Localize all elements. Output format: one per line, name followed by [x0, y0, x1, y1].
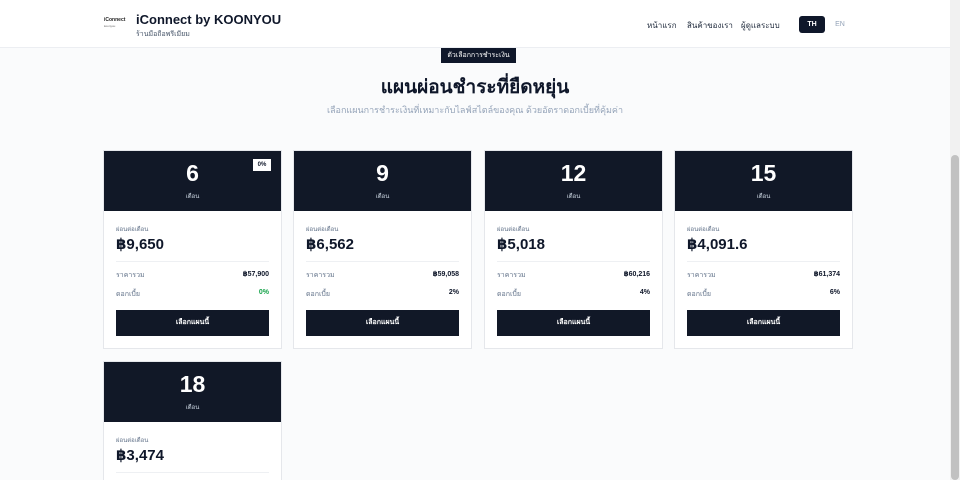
interest-label: ดอกเบี้ย — [497, 291, 521, 298]
section-badge: ตัวเลือกการชำระเงิน — [441, 48, 516, 63]
page-viewport: iConnect koonyou iConnect by KOONYOU ร้า… — [0, 0, 950, 480]
plan-card-15: 15 เดือน ผ่อนต่อเดือน ฿4,091.6 ราคารวม ฿… — [674, 150, 853, 349]
plan-card-header: 9 เดือน — [294, 151, 471, 211]
plan-unit: เดือน — [566, 194, 581, 200]
per-month-value: ฿5,018 — [497, 236, 545, 253]
nav-admin[interactable]: ผู้ดูแลระบบ — [741, 19, 780, 32]
interest-label: ดอกเบี้ย — [306, 291, 330, 298]
total-value: ฿60,216 — [623, 271, 650, 278]
per-month-label: ผ่อนต่อเดือน — [116, 227, 149, 233]
interest-value: 2% — [448, 289, 459, 296]
nav-home[interactable]: หน้าแรก — [647, 19, 677, 32]
plan-card-header: 15 เดือน — [675, 151, 852, 211]
page-scrollbar[interactable] — [950, 0, 960, 480]
plan-unit: เดือน — [375, 194, 390, 200]
brand-subtitle: ร้านมือถือพรีเมียม — [136, 31, 190, 38]
select-plan-button[interactable]: เลือกแผนนี้ — [497, 310, 650, 336]
divider — [687, 261, 840, 262]
plan-card-6: 6 เดือน 0% ผ่อนต่อเดือน ฿9,650 ราคารวม ฿… — [103, 150, 282, 349]
nav-products[interactable]: สินค้าของเรา — [687, 19, 733, 32]
total-value: ฿59,058 — [432, 271, 459, 278]
plan-card-12: 12 เดือน ผ่อนต่อเดือน ฿5,018 ราคารวม ฿60… — [484, 150, 663, 349]
total-label: ราคารวม — [116, 272, 145, 279]
plan-card-header: 12 เดือน — [485, 151, 662, 211]
lang-th-button[interactable]: TH — [799, 16, 825, 33]
total-value: ฿61,374 — [813, 271, 840, 278]
scrollbar-thumb[interactable] — [951, 155, 959, 480]
interest-value: 0% — [258, 289, 269, 296]
plan-card-18: 18 เดือน ผ่อนต่อเดือน ฿3,474 — [103, 361, 282, 480]
site-header: iConnect koonyou iConnect by KOONYOU ร้า… — [0, 0, 950, 48]
divider — [497, 261, 650, 262]
total-value: ฿57,900 — [242, 271, 269, 278]
total-label: ราคารวม — [687, 272, 716, 279]
divider — [116, 472, 269, 473]
brand-logo[interactable]: iConnect koonyou — [104, 17, 126, 31]
per-month-value: ฿3,474 — [116, 447, 164, 464]
plan-unit: เดือน — [185, 405, 200, 411]
divider — [116, 261, 269, 262]
plan-months: 15 — [750, 160, 777, 186]
per-month-value: ฿4,091.6 — [687, 236, 748, 253]
select-plan-button[interactable]: เลือกแผนนี้ — [306, 310, 459, 336]
plan-card-header: 6 เดือน 0% — [104, 151, 281, 211]
plan-unit: เดือน — [185, 194, 200, 200]
per-month-label: ผ่อนต่อเดือน — [497, 227, 530, 233]
plan-months: 12 — [560, 160, 587, 186]
plan-months: 9 — [376, 160, 389, 186]
per-month-label: ผ่อนต่อเดือน — [306, 227, 339, 233]
interest-value: 4% — [639, 289, 650, 296]
select-plan-button[interactable]: เลือกแผนนี้ — [116, 310, 269, 336]
logo-subtext: koonyou — [104, 24, 116, 28]
per-month-label: ผ่อนต่อเดือน — [687, 227, 720, 233]
plan-unit: เดือน — [756, 194, 771, 200]
section-title: แผนผ่อนชำระที่ยืดหยุ่น — [380, 77, 570, 98]
brand-title[interactable]: iConnect by KOONYOU — [136, 12, 281, 27]
total-label: ราคารวม — [497, 272, 526, 279]
per-month-value: ฿6,562 — [306, 236, 354, 253]
lang-en-button[interactable]: EN — [831, 16, 849, 33]
plan-months: 18 — [179, 371, 206, 397]
plan-card-header: 18 เดือน — [104, 362, 281, 422]
plan-card-9: 9 เดือน ผ่อนต่อเดือน ฿6,562 ราคารวม ฿59,… — [293, 150, 472, 349]
divider — [306, 261, 459, 262]
total-label: ราคารวม — [306, 272, 335, 279]
interest-label: ดอกเบี้ย — [116, 291, 140, 298]
select-plan-button[interactable]: เลือกแผนนี้ — [687, 310, 840, 336]
per-month-value: ฿9,650 — [116, 236, 164, 253]
interest-label: ดอกเบี้ย — [687, 291, 711, 298]
section-description: เลือกแผนการชำระเงินที่เหมาะกับไลฟ์สไตล์ข… — [326, 105, 624, 115]
interest-value: 6% — [829, 289, 840, 296]
interest-tag: 0% — [253, 159, 271, 171]
per-month-label: ผ่อนต่อเดือน — [116, 438, 149, 444]
